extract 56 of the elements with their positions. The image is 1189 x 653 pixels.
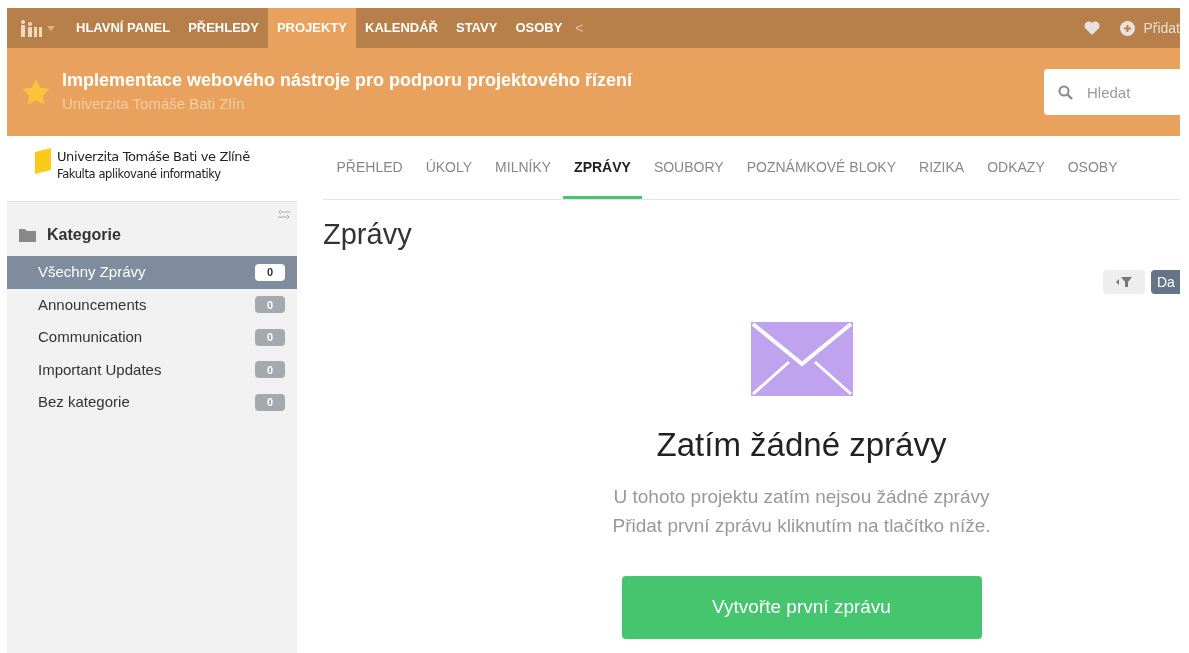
create-message-button[interactable]: Vytvořte první zprávu (621, 575, 982, 639)
section-tab[interactable]: MILNÍKY (483, 136, 563, 199)
add-link[interactable]: Přidat (1143, 17, 1180, 39)
nav-tab[interactable]: HLAVNÍ PANEL (67, 8, 180, 48)
nav-tab[interactable]: PŘEHLEDY (179, 8, 268, 48)
university-name: Univerzita Tomáše Bati ve Zlíně (57, 148, 250, 166)
sort-button[interactable]: Da (1151, 270, 1180, 294)
collapse-sidebar-icon[interactable] (278, 210, 290, 220)
category-label: Communication (38, 327, 144, 347)
section-tab[interactable]: ZPRÁVY (562, 136, 643, 199)
empty-state-text: Přidat první zprávu kliknutím na tlačítko níže. (612, 513, 991, 538)
category-label: Important Updates (38, 359, 163, 380)
filter-icon (1116, 277, 1132, 287)
category-item[interactable]: Všechny Zprávy 0 (7, 256, 297, 289)
nav-tab[interactable]: OSOBY (506, 8, 572, 48)
category-item[interactable]: Communication 0 (7, 321, 297, 354)
filter-button[interactable] (1103, 270, 1145, 294)
count-badge: 0 (255, 263, 285, 281)
caret-icon[interactable] (47, 25, 55, 31)
book-logo-icon (35, 148, 51, 174)
section-tab[interactable]: ODKAZY (975, 136, 1057, 199)
category-label: Announcements (38, 294, 148, 315)
category-label: Všechny Zprávy (38, 262, 147, 282)
count-badge: 0 (255, 296, 285, 314)
category-label: Bez kategorie (38, 392, 131, 412)
count-badge: 0 (255, 361, 285, 379)
section-tab[interactable]: POZNÁMKOVÉ BLOKY (735, 136, 908, 199)
heart-icon[interactable] (1084, 21, 1101, 35)
empty-state-text: U tohoto projektu zatím nejsou žádné zprávy (613, 484, 990, 509)
category-item[interactable]: Announcements 0 (7, 288, 297, 321)
collapse-arrow[interactable]: < (575, 17, 584, 39)
folder-icon (19, 228, 36, 242)
section-tab[interactable]: OSOBY (1056, 136, 1130, 199)
project-title: Implementace webového nástroje pro podporu projektového řízení (62, 69, 633, 92)
faculty-name: Fakulta aplikované informatiky (57, 166, 222, 182)
category-item[interactable]: Bez kategorie 0 (7, 386, 297, 419)
empty-state-title: Zatím žádné zprávy (656, 425, 947, 465)
section-tab[interactable]: PŘEHLED (325, 136, 415, 199)
search-field[interactable]: Hledat (1044, 69, 1180, 115)
nav-tab[interactable]: KALENDÁŘ (356, 8, 447, 48)
nav-tab[interactable]: STAVY (446, 8, 507, 48)
nav-tab[interactable]: PROJEKTY (267, 8, 356, 48)
categories-heading: Kategorie (47, 225, 121, 245)
star-icon[interactable] (22, 78, 50, 106)
section-tab[interactable]: SOUBORY (642, 136, 736, 199)
page-title: Zprávy (323, 217, 413, 252)
envelope-icon (750, 322, 853, 396)
search-icon (1058, 85, 1073, 100)
category-item[interactable]: Important Updates 0 (7, 353, 297, 386)
count-badge: 0 (255, 393, 285, 411)
plus-circle-icon[interactable] (1120, 20, 1136, 36)
people-logo-icon[interactable] (19, 19, 43, 37)
section-tab[interactable]: RIZIKA (907, 136, 976, 199)
project-subtitle: Univerzita Tomáše Bati Zlín (62, 94, 246, 114)
count-badge: 0 (255, 328, 285, 346)
section-tab[interactable]: ÚKOLY (414, 136, 484, 199)
